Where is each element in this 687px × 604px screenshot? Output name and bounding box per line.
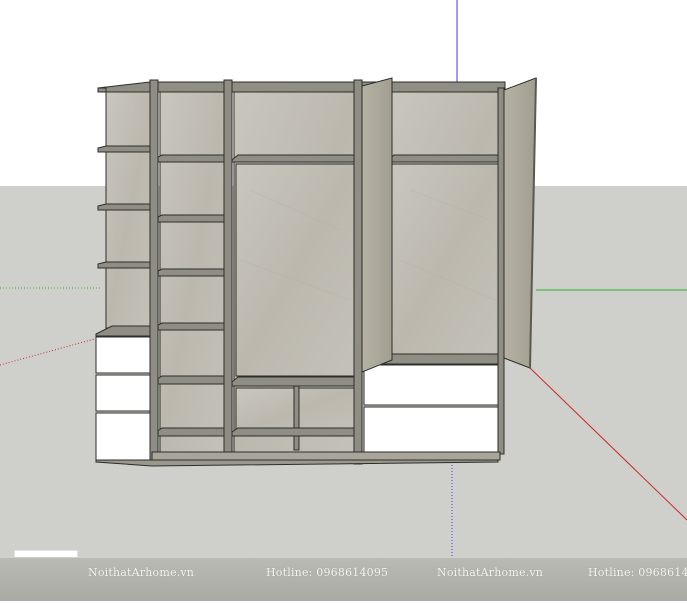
footer-website-1[interactable]: NoithatArhome.vn: [88, 566, 194, 579]
right-drawer-2: [363, 406, 505, 453]
left-shelf-3: [97, 261, 155, 269]
watermark-footer: NoithatArhome.vn Hotline: 0968614095 Noi…: [0, 557, 687, 601]
wardrobe: [95, 77, 537, 467]
divider-4: [497, 87, 505, 455]
mid-shelf-2: [155, 214, 227, 223]
left-shelf-2: [97, 203, 155, 211]
right-top-shelf: [387, 154, 503, 163]
left-drawer-2: [95, 374, 155, 412]
center-top-shelf: [231, 154, 357, 163]
left-drawer-1: [95, 336, 155, 374]
divider-1: [149, 79, 159, 465]
footer-website-2[interactable]: NoithatArhome.vn: [437, 566, 543, 579]
divider-3: [353, 79, 363, 465]
left-door: [361, 77, 393, 373]
center-bottom-shelf: [231, 427, 357, 437]
right-drawer-1: [363, 364, 505, 406]
left-shelf-1: [97, 145, 155, 153]
right-hanging-back: [391, 163, 501, 355]
left-shelf-outer-edge: [97, 87, 107, 93]
left-drawer-3: [95, 412, 155, 462]
top-panel: [97, 81, 506, 93]
mid-shelf-4: [155, 322, 227, 331]
center-compartment-back: [235, 163, 355, 377]
mid-shelf-6: [155, 427, 227, 437]
sketchup-viewport[interactable]: [0, 0, 687, 600]
center-divider: [293, 385, 300, 451]
mid-shelf-1: [155, 154, 227, 163]
center-lower-shelf: [231, 376, 357, 387]
footer-hotline-1[interactable]: Hotline: 0968614095: [266, 566, 388, 579]
divider-2: [223, 79, 233, 465]
footer-hotline-2[interactable]: Hotline: 0968614095: [588, 566, 687, 579]
base-strip: [151, 451, 501, 461]
mid-shelf-5: [155, 375, 227, 385]
mid-shelf-3: [155, 268, 227, 277]
wardrobe-3d-scene: [0, 0, 687, 558]
